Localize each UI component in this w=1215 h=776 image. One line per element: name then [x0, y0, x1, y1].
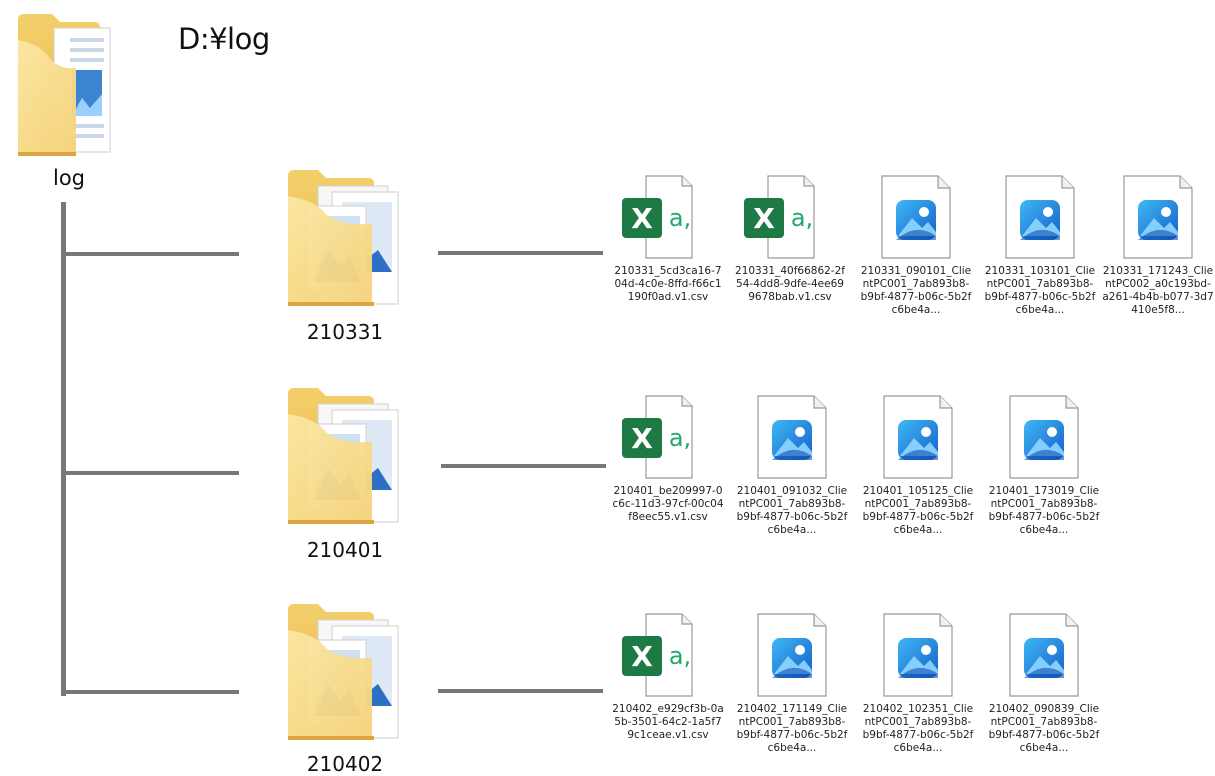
branch-line-1 — [61, 252, 239, 256]
file-name: 210331_5cd3ca16-704d-4c0e-8ffd-f66c1190f… — [614, 265, 722, 303]
file-name: 210402_102351_ClientPC001_7ab893b8-b9bf-… — [862, 703, 974, 754]
path-title: D:¥log — [178, 22, 270, 56]
photo-file-icon — [860, 174, 972, 260]
tree-trunk-line — [61, 202, 66, 696]
photo-file-icon — [1102, 174, 1214, 260]
file-name: 210331_40f66862-2f54-4dd8-9dfe-4ee699678… — [735, 265, 845, 303]
file-name: 210401_be209997-0c6c-11d3-97cf-00c04f8ee… — [612, 485, 724, 523]
file-name: 210402_090839_ClientPC001_7ab893b8-b9bf-… — [988, 703, 1100, 754]
folder-210402-label: 210402 — [306, 752, 384, 776]
branch-line-3 — [61, 690, 239, 694]
file-name: 210331_103101_ClientPC001_7ab893b8-b9bf-… — [984, 265, 1096, 316]
photo-file-icon — [736, 394, 848, 480]
root-folder-icon[interactable] — [14, 12, 118, 156]
folder-to-files-line-1 — [438, 251, 603, 255]
folder-210401-icon[interactable] — [284, 384, 406, 526]
excel-csv-file-icon — [612, 394, 724, 480]
file-name: 210401_105125_ClientPC001_7ab893b8-b9bf-… — [862, 485, 974, 536]
excel-csv-file-icon — [612, 612, 724, 698]
branch-line-2 — [61, 471, 239, 475]
excel-csv-file-icon — [734, 174, 846, 260]
file-name: 210402_171149_ClientPC001_7ab893b8-b9bf-… — [736, 703, 848, 754]
photo-file-icon — [862, 612, 974, 698]
photo-file-icon — [988, 612, 1100, 698]
photo-file-icon — [984, 174, 1096, 260]
folder-210331-label: 210331 — [306, 320, 384, 344]
photo-file-icon — [988, 394, 1100, 480]
file-name: 210401_091032_ClientPC001_7ab893b8-b9bf-… — [736, 485, 848, 536]
photo-file-icon — [862, 394, 974, 480]
root-folder-label: log — [52, 166, 85, 190]
folder-210402-icon[interactable] — [284, 600, 406, 742]
photo-file-icon — [736, 612, 848, 698]
file-name: 210402_e929cf3b-0a5b-3501-64c2-1a5f79c1c… — [612, 703, 724, 741]
excel-csv-file-icon — [612, 174, 724, 260]
folder-to-files-line-3 — [438, 689, 603, 693]
folder-210401-label: 210401 — [306, 538, 384, 562]
file-name: 210331_171243_ClientPC002_a0c193bd-a261-… — [1102, 265, 1214, 316]
folder-to-files-line-2 — [441, 464, 606, 468]
file-name: 210331_090101_ClientPC001_7ab893b8-b9bf-… — [860, 265, 972, 316]
folder-210331-icon[interactable] — [284, 166, 406, 308]
file-name: 210401_173019_ClientPC001_7ab893b8-b9bf-… — [988, 485, 1100, 536]
